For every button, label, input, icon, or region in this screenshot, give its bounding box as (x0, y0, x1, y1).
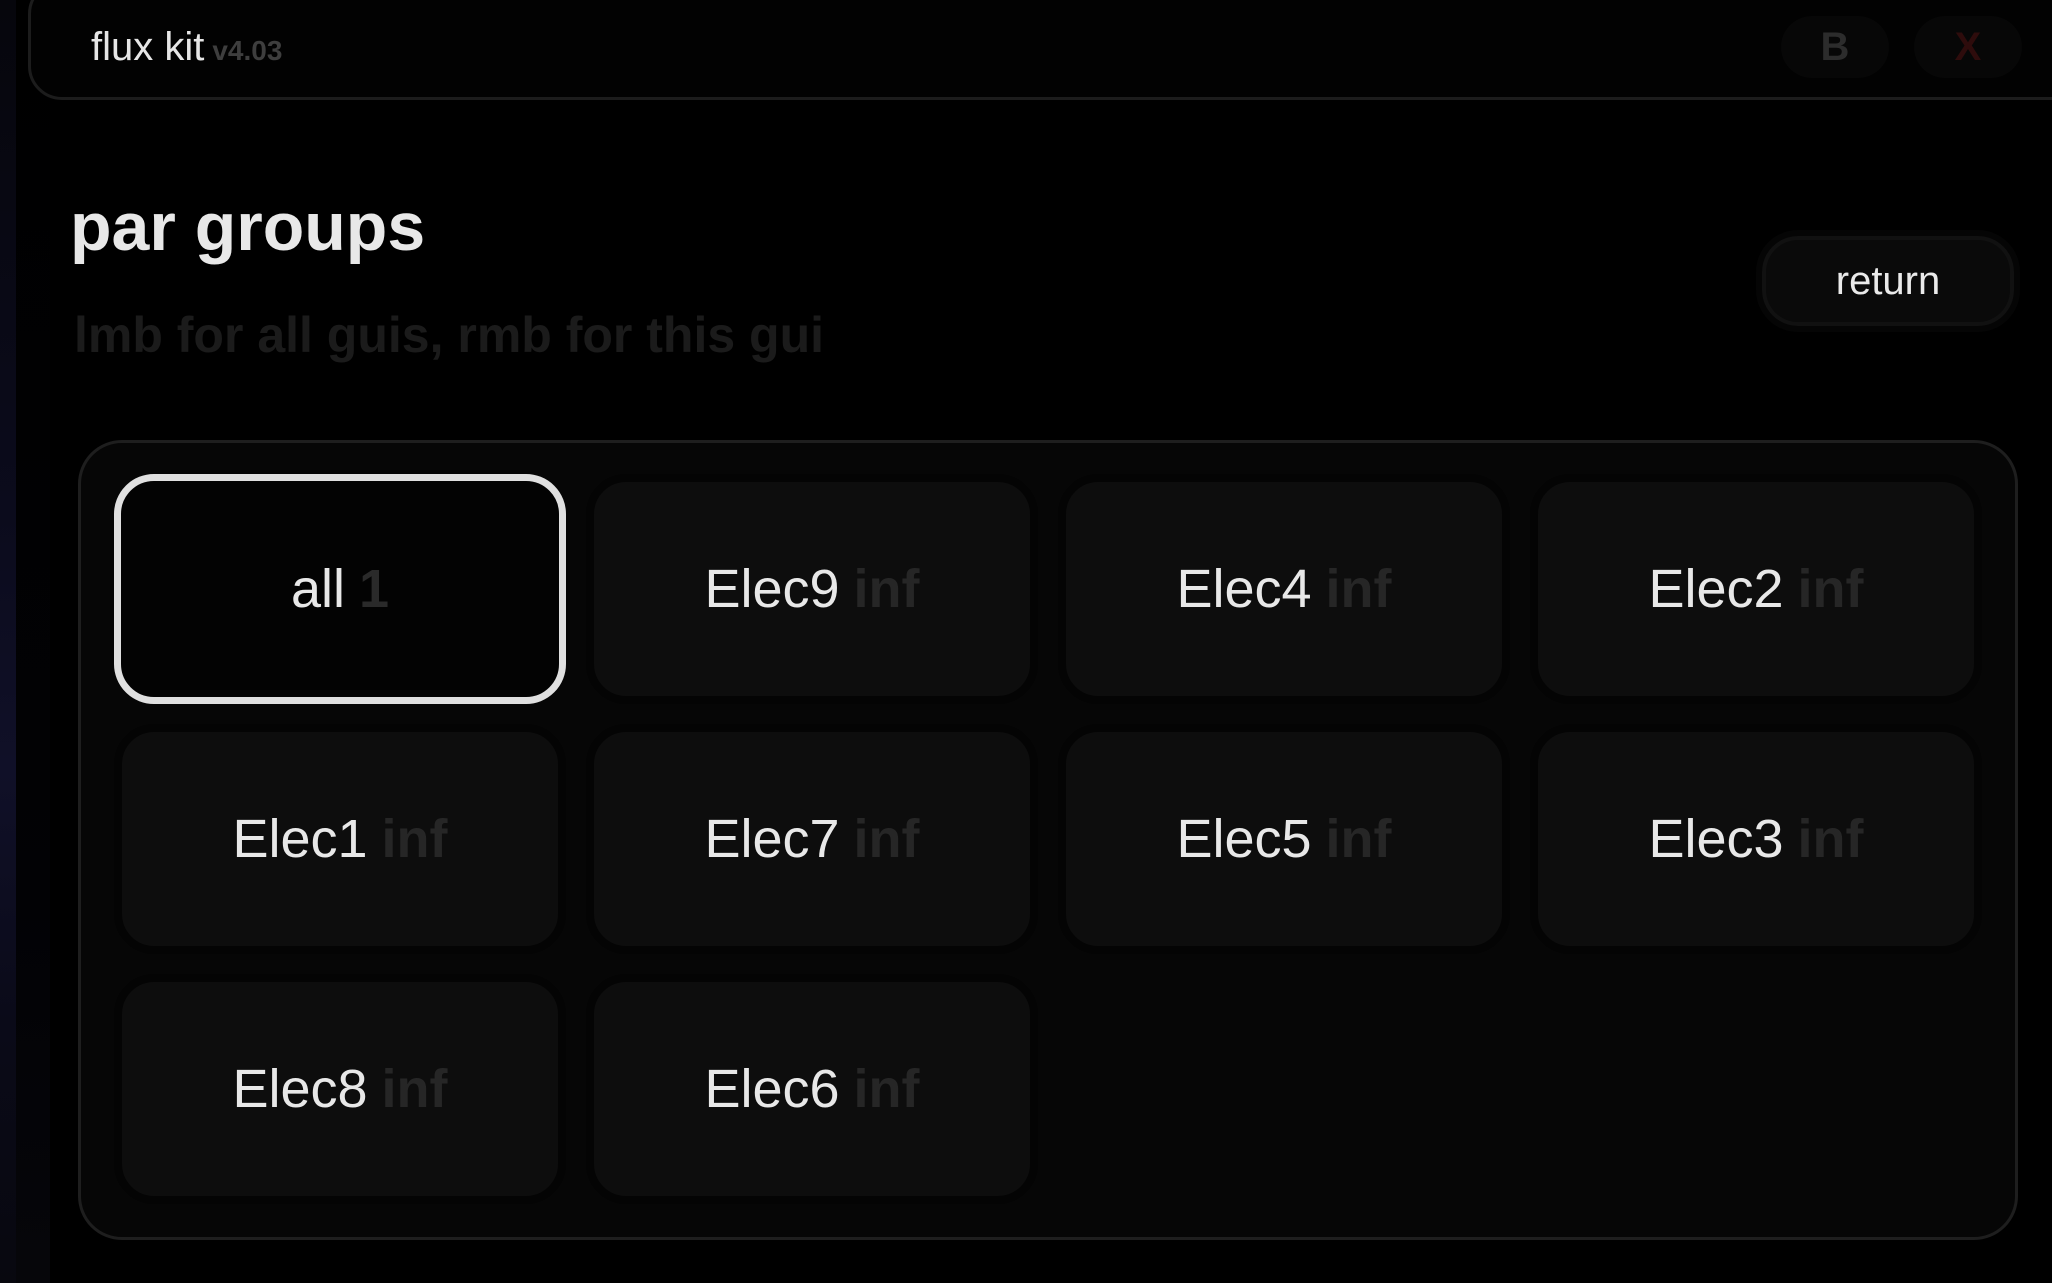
group-name: Elec9 (704, 559, 840, 619)
group-button-elec2[interactable]: Elec2 inf (1530, 474, 1982, 704)
group-value: inf (853, 559, 920, 619)
app-version: v4.03 (212, 35, 283, 66)
group-name: Elec4 (1176, 559, 1312, 619)
app-name: flux kit (91, 25, 205, 69)
group-value: inf (1797, 809, 1864, 869)
group-button-elec6[interactable]: Elec6 inf (586, 974, 1038, 1204)
group-button-elec8[interactable]: Elec8 inf (114, 974, 566, 1204)
app-window: flux kit v4.03 B X par groups lmb for all… (0, 0, 2052, 1283)
return-button[interactable]: return (1756, 230, 2020, 332)
group-button-elec7[interactable]: Elec7 inf (586, 724, 1038, 954)
group-value: inf (381, 809, 448, 869)
group-value: inf (853, 809, 920, 869)
b-button[interactable]: B (1781, 16, 1889, 78)
group-name: all (290, 559, 345, 619)
group-button-elec4[interactable]: Elec4 inf (1058, 474, 1510, 704)
group-name: Elec3 (1648, 809, 1784, 869)
group-name: Elec6 (704, 1059, 840, 1119)
group-name: Elec5 (1176, 809, 1312, 869)
group-button-elec5[interactable]: Elec5 inf (1058, 724, 1510, 954)
group-name: Elec1 (232, 809, 368, 869)
group-value: 1 (358, 559, 390, 619)
group-value: inf (381, 1059, 448, 1119)
title-bar[interactable] (28, 0, 2052, 100)
page-subtitle: lmb for all guis, rmb for this gui (74, 307, 825, 363)
group-value: inf (1325, 809, 1392, 869)
group-name: Elec2 (1648, 559, 1784, 619)
background-edge (0, 0, 16, 1283)
group-button-elec3[interactable]: Elec3 inf (1530, 724, 1982, 954)
close-button[interactable]: X (1914, 16, 2022, 78)
group-name: Elec8 (232, 1059, 368, 1119)
app-title: flux kit v4.03 (91, 25, 282, 70)
group-name: Elec7 (704, 809, 840, 869)
group-value: inf (1797, 559, 1864, 619)
group-button-elec9[interactable]: Elec9 inf (586, 474, 1038, 704)
page-title: par groups (70, 189, 426, 265)
background-edge-shadow (16, 0, 50, 1283)
group-button-elec1[interactable]: Elec1 inf (114, 724, 566, 954)
groups-grid: all 1 Elec9 inf Elec4 inf Elec2 inf Elec1 inf… (114, 474, 1994, 1204)
group-button-all[interactable]: all 1 (114, 474, 566, 704)
group-value: inf (853, 1059, 920, 1119)
group-value: inf (1325, 559, 1392, 619)
